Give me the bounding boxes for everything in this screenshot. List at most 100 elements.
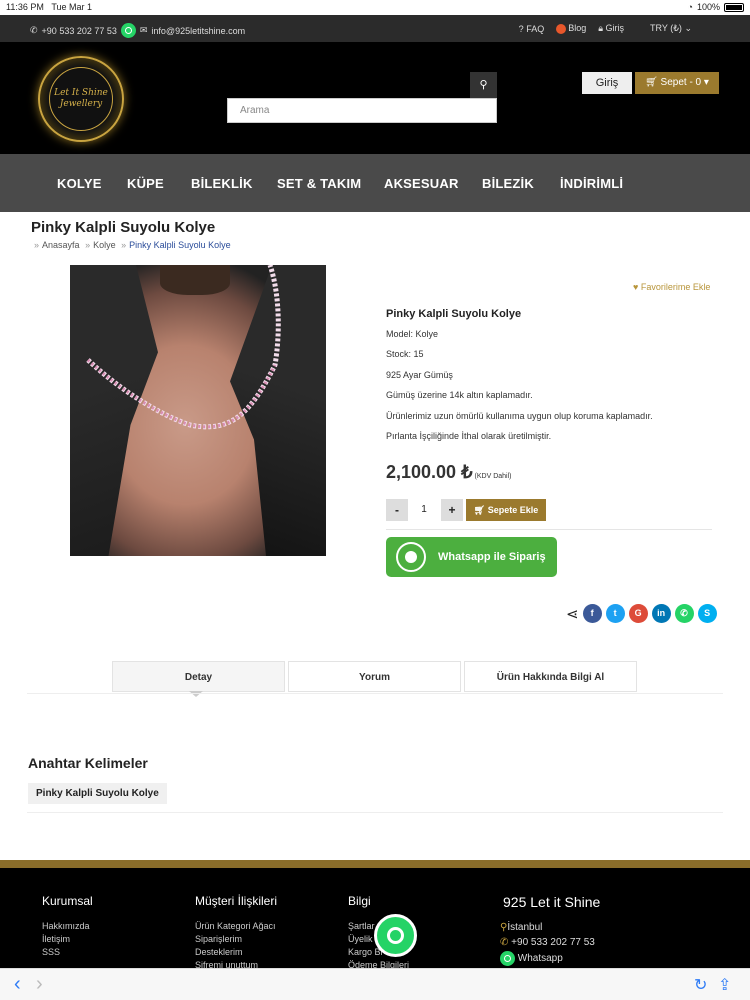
price-note: (KDV Dahil) bbox=[474, 473, 512, 480]
whatsapp-order-button[interactable]: Whatsapp ile Sipariş bbox=[386, 537, 557, 577]
whatsapp-icon[interactable] bbox=[120, 23, 136, 38]
cart-icon: 🛒︎ bbox=[473, 505, 486, 515]
floating-whatsapp-button[interactable] bbox=[374, 914, 417, 957]
footer-whatsapp[interactable]: Whatsapp bbox=[500, 951, 563, 966]
phone-icon: ✆ bbox=[30, 25, 38, 35]
share-sheet-icon[interactable]: ⇪ bbox=[718, 975, 731, 995]
tab-bilgi-al[interactable]: Ürün Hakkında Bilgi Al bbox=[464, 661, 637, 692]
add-to-cart-button[interactable]: 🛒︎ Sepete Ekle bbox=[466, 499, 546, 521]
caret-down-icon: ▾ bbox=[703, 77, 709, 88]
breadcrumb: » Anasayfa » Kolye » Pinky Kalpli Suyolu Ko… bbox=[31, 240, 231, 250]
share-icon[interactable]: ⋖ bbox=[566, 605, 579, 623]
wifi-icon: ◔ bbox=[687, 2, 693, 12]
share-bar: ⋖ f t G in ✆ S bbox=[566, 604, 717, 623]
nav-item-bilezik[interactable]: BİLEZİK bbox=[482, 154, 534, 212]
product-stock: Stock: 15 bbox=[386, 349, 424, 359]
footer-link[interactable]: Desteklerim bbox=[195, 947, 243, 957]
top-links: ? FAQ Blog 🔒︎ Giriş TRY (₺) ⌄ bbox=[519, 23, 692, 34]
status-bar: 11:36 PM Tue Mar 1 ◔ 100% bbox=[0, 0, 750, 15]
footer-link[interactable]: Siparişlerim bbox=[195, 934, 242, 944]
nav-item-kolye[interactable]: KOLYE bbox=[57, 154, 102, 212]
breadcrumb-current[interactable]: Pinky Kalpli Suyolu Kolye bbox=[129, 240, 231, 250]
tab-yorum[interactable]: Yorum bbox=[288, 661, 461, 692]
blog-icon bbox=[556, 23, 567, 34]
skype-icon[interactable]: S bbox=[697, 604, 717, 623]
lock-icon: 🔒︎ bbox=[598, 23, 604, 33]
reload-icon[interactable]: ↻ bbox=[694, 975, 707, 995]
chevron-down-icon: ⌄ bbox=[684, 23, 692, 33]
search-input[interactable]: Arama bbox=[227, 98, 497, 123]
footer-phone[interactable]: ✆ +90 533 202 77 53 bbox=[500, 937, 595, 948]
breadcrumb-separator: » bbox=[121, 240, 127, 250]
footer-bilgi-title: Bilgi bbox=[348, 894, 371, 908]
nav-item-indirimli[interactable]: İNDİRİMLİ bbox=[560, 154, 623, 212]
product-stones: Pırlanta İşçiliğinde İthal olarak üretil… bbox=[386, 431, 552, 441]
breadcrumb-home[interactable]: Anasayfa bbox=[42, 240, 80, 250]
phone-link[interactable]: +90 533 202 77 53 bbox=[42, 26, 117, 36]
google-plus-icon[interactable]: G bbox=[628, 604, 648, 623]
site-footer: Kurumsal Hakkımızda İletişim SSS Müşteri… bbox=[0, 868, 750, 968]
battery-percent: 100% bbox=[696, 2, 720, 12]
product-model: Model: Kolye bbox=[386, 329, 439, 339]
footer-link[interactable]: Kargo Bi bbox=[348, 947, 383, 957]
footer-link[interactable]: Hakkımızda bbox=[42, 921, 90, 931]
footer-link[interactable]: SSS bbox=[42, 947, 60, 957]
page-title: Pinky Kalpli Suyolu Kolye bbox=[31, 219, 216, 236]
login-button[interactable]: Giriş bbox=[582, 72, 632, 94]
heart-icon: ♥ bbox=[633, 282, 639, 292]
forward-icon[interactable]: › bbox=[36, 973, 43, 996]
brand-logo[interactable]: Let It Shine Jewellery bbox=[38, 56, 124, 142]
product-material: 925 Ayar Gümüş bbox=[386, 370, 453, 380]
product-image[interactable] bbox=[70, 265, 326, 556]
top-bar: ✆ +90 533 202 77 53 ✉ info@925letitshine… bbox=[0, 15, 750, 42]
footer-link[interactable]: Ödeme Bilgileri bbox=[348, 960, 409, 968]
footer-link[interactable]: Şifremi unuttum bbox=[195, 960, 258, 968]
tab-detay[interactable]: Detay bbox=[112, 661, 285, 692]
twitter-icon[interactable]: t bbox=[605, 604, 625, 623]
blog-link[interactable]: Blog bbox=[556, 23, 586, 34]
breadcrumb-category[interactable]: Kolye bbox=[93, 240, 116, 250]
status-time: 11:36 PM Tue Mar 1 bbox=[6, 2, 93, 12]
cart-button[interactable]: 🛒︎ Sepet - 0 ▾ bbox=[635, 72, 719, 94]
footer-musteri-title: Müşteri İlişkileri bbox=[195, 894, 278, 908]
product-price: 2,100.00 ₺ (KDV Dahil) bbox=[386, 462, 512, 482]
footer-brand-title: 925 Let it Shine bbox=[503, 894, 601, 910]
product-coating: Ürünlerimiz uzun ömürlü kullanıma uygun … bbox=[386, 411, 653, 421]
footer-link[interactable]: Şartlar bbox=[348, 921, 375, 931]
linkedin-icon[interactable]: in bbox=[651, 604, 671, 623]
back-icon[interactable]: ‹ bbox=[14, 973, 21, 996]
facebook-icon[interactable]: f bbox=[582, 604, 602, 623]
logo-text-line2: Jewellery bbox=[59, 99, 103, 109]
quantity-input[interactable]: 1 bbox=[410, 499, 438, 521]
question-icon: ? bbox=[518, 23, 524, 34]
footer-city: ⚲İstanbul bbox=[500, 922, 543, 933]
footer-link[interactable]: Üyelik bbox=[348, 934, 373, 944]
search-button[interactable]: ⚲ bbox=[470, 72, 497, 98]
quantity-decrease-button[interactable]: - bbox=[386, 499, 408, 521]
footer-accent bbox=[0, 860, 750, 868]
quantity-increase-button[interactable]: + bbox=[441, 499, 463, 521]
nav-item-aksesuar[interactable]: AKSESUAR bbox=[384, 154, 459, 212]
product-name: Pinky Kalpli Suyolu Kolye bbox=[386, 308, 522, 320]
product-plating: Gümüş üzerine 14k altın kaplamadır. bbox=[386, 390, 533, 400]
nav-item-set-takim[interactable]: SET & TAKIM bbox=[277, 154, 361, 212]
footer-link[interactable]: Ürün Kategori Ağacı bbox=[195, 921, 276, 931]
main-nav: KOLYE KÜPE BİLEKLİK SET & TAKIM AKSESUAR… bbox=[0, 154, 750, 212]
email-link[interactable]: info@925letitshine.com bbox=[151, 26, 245, 36]
currency-select[interactable]: TRY (₺) ⌄ bbox=[650, 23, 692, 34]
whatsapp-icon bbox=[396, 542, 426, 572]
top-login-link[interactable]: 🔒︎ Giriş bbox=[598, 23, 624, 34]
favorite-link[interactable]: ♥ Favorilerime Ekle bbox=[633, 282, 710, 292]
necklace-graphic bbox=[86, 265, 281, 430]
footer-kurumsal-title: Kurumsal bbox=[42, 894, 93, 908]
nav-item-bileklik[interactable]: BİLEKLİK bbox=[191, 154, 253, 212]
keyword-tag[interactable]: Pinky Kalpli Suyolu Kolye bbox=[28, 783, 167, 804]
contact-info: ✆ +90 533 202 77 53 ✉ info@925letitshine… bbox=[30, 23, 245, 38]
faq-link[interactable]: ? FAQ bbox=[519, 24, 545, 34]
battery-icon bbox=[724, 2, 744, 12]
nav-item-kupe[interactable]: KÜPE bbox=[127, 154, 164, 212]
whatsapp-share-icon[interactable]: ✆ bbox=[674, 604, 694, 623]
phone-icon: ✆ bbox=[500, 937, 509, 948]
footer-link[interactable]: İletişim bbox=[42, 934, 70, 944]
browser-toolbar: ‹ › ↻ ⇪ bbox=[0, 968, 750, 1000]
